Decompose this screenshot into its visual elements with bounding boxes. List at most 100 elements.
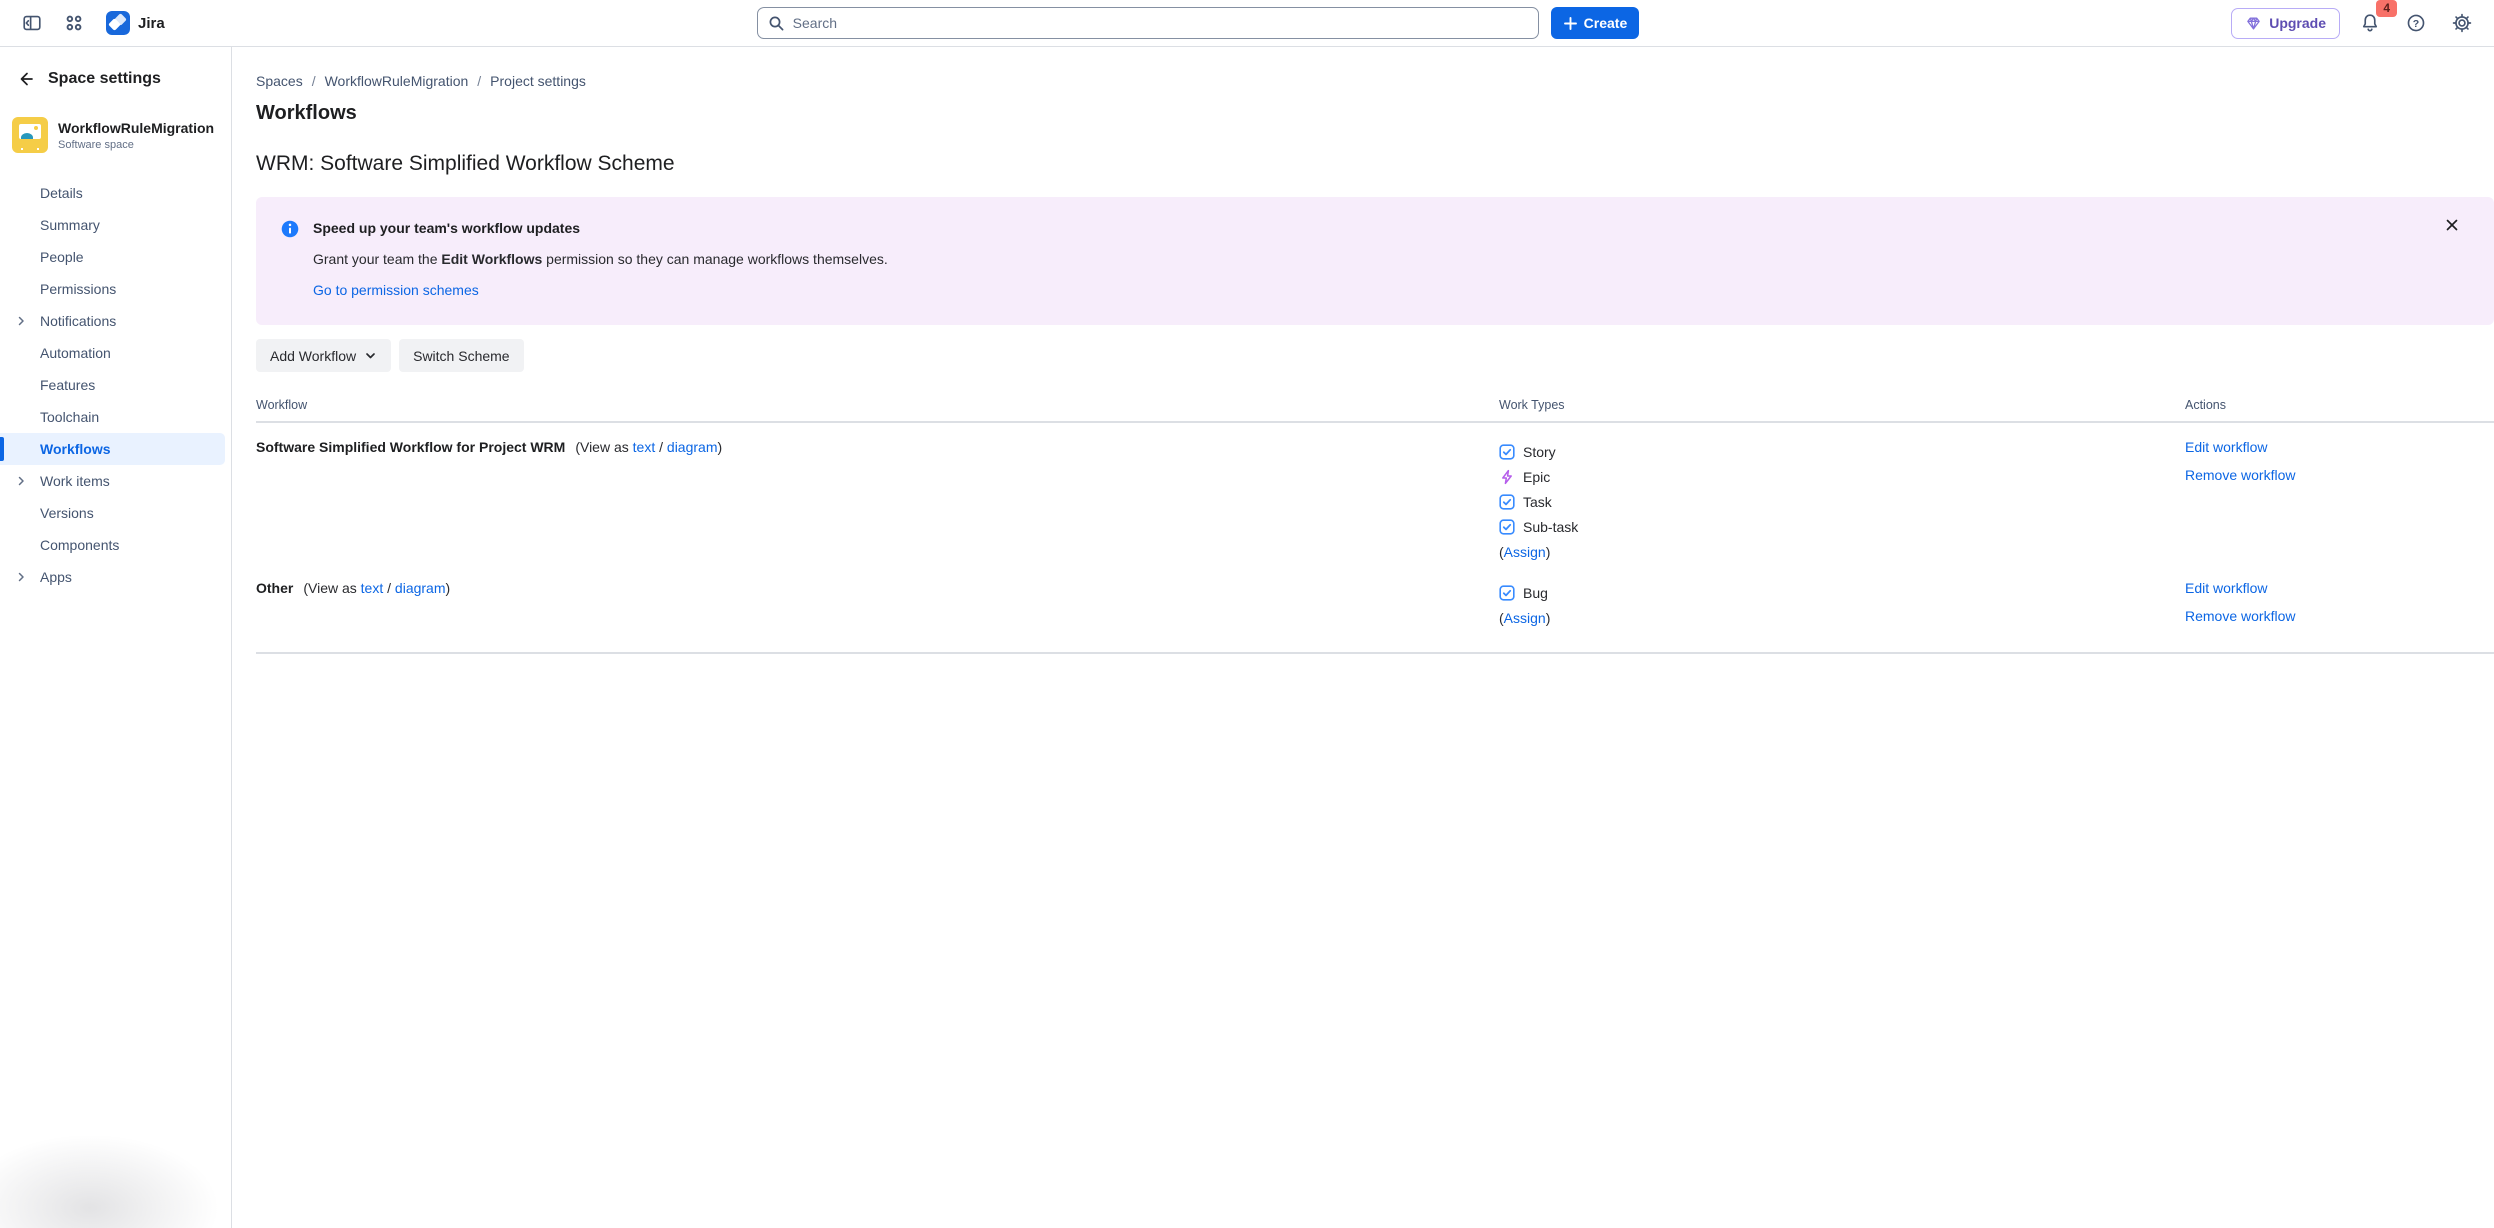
sidebar-item-workflows[interactable]: Workflows bbox=[0, 433, 225, 465]
assign-line: (Assign) bbox=[1499, 539, 2185, 564]
sidebar-toggle-button[interactable] bbox=[16, 7, 48, 39]
banner-close-button[interactable] bbox=[2440, 213, 2464, 237]
plus-icon bbox=[1563, 16, 1578, 31]
work-type-story: Story bbox=[1499, 439, 2185, 464]
remove-workflow-link[interactable]: Remove workflow bbox=[2185, 467, 2295, 483]
page-title: Workflows bbox=[256, 102, 2494, 125]
banner-title: Speed up your team's workflow updates bbox=[313, 220, 888, 236]
edit-workflow-link[interactable]: Edit workflow bbox=[2185, 580, 2267, 596]
breadcrumb-project-settings[interactable]: Project settings bbox=[490, 73, 586, 89]
info-icon bbox=[280, 219, 300, 299]
checkbox-worktype-icon bbox=[1499, 519, 1515, 535]
project-name: WorkflowRuleMigration bbox=[58, 120, 214, 137]
sidebar-item-versions[interactable]: Versions bbox=[0, 497, 225, 529]
workflow-updates-banner: Speed up your team's workflow updates Gr… bbox=[256, 197, 2494, 325]
column-header-workflow: Workflow bbox=[256, 398, 1499, 412]
chevron-right-icon bbox=[15, 475, 27, 487]
workflow-name-cell: Software Simplified Workflow for Project… bbox=[256, 439, 1499, 564]
banner-body: Grant your team the Edit Workflows permi… bbox=[313, 251, 888, 267]
table-row: Software Simplified Workflow for Project… bbox=[256, 423, 2494, 564]
settings-button[interactable] bbox=[2446, 7, 2478, 39]
switch-scheme-button[interactable]: Switch Scheme bbox=[399, 339, 523, 372]
edit-workflow-link[interactable]: Edit workflow bbox=[2185, 439, 2267, 455]
permission-schemes-link[interactable]: Go to permission schemes bbox=[313, 282, 479, 298]
sidebar-item-permissions[interactable]: Permissions bbox=[0, 273, 225, 305]
remove-workflow-link[interactable]: Remove workflow bbox=[2185, 608, 2295, 624]
column-header-actions: Actions bbox=[2185, 398, 2494, 412]
work-type-epic: Epic bbox=[1499, 464, 2185, 489]
sidebar-item-details[interactable]: Details bbox=[0, 177, 225, 209]
jira-app: Jira Create bbox=[0, 0, 2494, 1228]
table-row: Other(View as text / diagram) Bug bbox=[256, 580, 2494, 654]
project-type: Software space bbox=[58, 139, 214, 151]
scheme-title: WRM: Software Simplified Workflow Scheme bbox=[256, 152, 2494, 176]
actions-cell: Edit workflow Remove workflow bbox=[2185, 439, 2494, 564]
breadcrumb-project[interactable]: WorkflowRuleMigration bbox=[325, 73, 469, 89]
back-arrow-icon bbox=[16, 69, 36, 89]
table-header-row: Workflow Work Types Actions bbox=[256, 392, 2494, 423]
assign-link[interactable]: Assign bbox=[1504, 610, 1546, 626]
top-bar: Jira Create bbox=[0, 0, 2494, 47]
back-button[interactable] bbox=[14, 67, 38, 91]
app-switcher-button[interactable] bbox=[58, 7, 90, 39]
checkbox-worktype-icon bbox=[1499, 494, 1515, 510]
checkbox-worktype-icon bbox=[1499, 585, 1515, 601]
view-as-text-link[interactable]: text bbox=[633, 439, 656, 455]
checkbox-worktype-icon bbox=[1499, 444, 1515, 460]
workflow-toolbar: Add Workflow Switch Scheme bbox=[256, 339, 2494, 372]
help-button[interactable]: ? bbox=[2400, 7, 2432, 39]
actions-cell: Edit workflow Remove workflow bbox=[2185, 580, 2494, 636]
chevron-down-icon bbox=[364, 349, 377, 362]
sidebar-toggle-icon bbox=[21, 12, 43, 34]
sidebar-title: Space settings bbox=[48, 70, 161, 88]
chevron-right-icon bbox=[15, 315, 27, 327]
assign-line: (Assign) bbox=[1499, 605, 2185, 630]
work-type-task: Task bbox=[1499, 489, 2185, 514]
project-header: WorkflowRuleMigration Software space bbox=[0, 107, 231, 155]
sidebar-item-features[interactable]: Features bbox=[0, 369, 225, 401]
gear-icon bbox=[2451, 12, 2473, 34]
sidebar-item-summary[interactable]: Summary bbox=[0, 209, 225, 241]
breadcrumb: Spaces / WorkflowRuleMigration / Project… bbox=[256, 73, 2494, 89]
add-workflow-button[interactable]: Add Workflow bbox=[256, 339, 391, 372]
view-as-text-link[interactable]: text bbox=[361, 580, 384, 596]
sidebar-item-people[interactable]: People bbox=[0, 241, 225, 273]
jira-home-link[interactable]: Jira bbox=[106, 11, 165, 35]
assign-link[interactable]: Assign bbox=[1504, 544, 1546, 560]
close-icon bbox=[2444, 217, 2460, 233]
sidebar-item-toolchain[interactable]: Toolchain bbox=[0, 401, 225, 433]
notification-badge: 4 bbox=[2376, 0, 2397, 17]
jira-logo bbox=[106, 11, 130, 35]
view-as-diagram-link[interactable]: diagram bbox=[667, 439, 718, 455]
sidebar-item-automation[interactable]: Automation bbox=[0, 337, 225, 369]
search-box[interactable] bbox=[757, 7, 1539, 39]
work-types-cell: Story Epic bbox=[1499, 439, 2185, 564]
space-settings-sidebar: Space settings WorkflowRuleMigration Sof… bbox=[0, 47, 232, 1228]
search-input[interactable] bbox=[793, 15, 1528, 31]
help-icon: ? bbox=[2405, 12, 2427, 34]
workflow-name-cell: Other(View as text / diagram) bbox=[256, 580, 1499, 636]
sidebar-item-apps[interactable]: Apps bbox=[0, 561, 225, 593]
upgrade-button[interactable]: Upgrade bbox=[2231, 8, 2340, 39]
premium-gem-icon bbox=[2245, 15, 2262, 32]
sidebar-item-notifications[interactable]: Notifications bbox=[0, 305, 225, 337]
main-content: Spaces / WorkflowRuleMigration / Project… bbox=[232, 47, 2494, 1228]
sidebar-nav: Details Summary People Permissions Notif… bbox=[0, 177, 231, 593]
sidebar-item-work-items[interactable]: Work items bbox=[0, 465, 225, 497]
breadcrumb-spaces[interactable]: Spaces bbox=[256, 73, 303, 89]
hidden-widget-shadow bbox=[0, 1128, 230, 1228]
view-as-diagram-link[interactable]: diagram bbox=[395, 580, 446, 596]
epic-icon bbox=[1499, 469, 1515, 485]
svg-text:?: ? bbox=[2413, 18, 2419, 30]
sidebar-item-components[interactable]: Components bbox=[0, 529, 225, 561]
project-avatar bbox=[12, 117, 48, 153]
search-icon bbox=[768, 15, 785, 32]
create-button[interactable]: Create bbox=[1551, 7, 1640, 39]
work-types-cell: Bug (Assign) bbox=[1499, 580, 2185, 636]
chevron-right-icon bbox=[15, 571, 27, 583]
work-type-bug: Bug bbox=[1499, 580, 2185, 605]
app-name: Jira bbox=[138, 15, 165, 32]
work-type-subtask: Sub-task bbox=[1499, 514, 2185, 539]
workflows-table: Workflow Work Types Actions Software Sim… bbox=[256, 392, 2494, 654]
column-header-work-types: Work Types bbox=[1499, 398, 2185, 412]
